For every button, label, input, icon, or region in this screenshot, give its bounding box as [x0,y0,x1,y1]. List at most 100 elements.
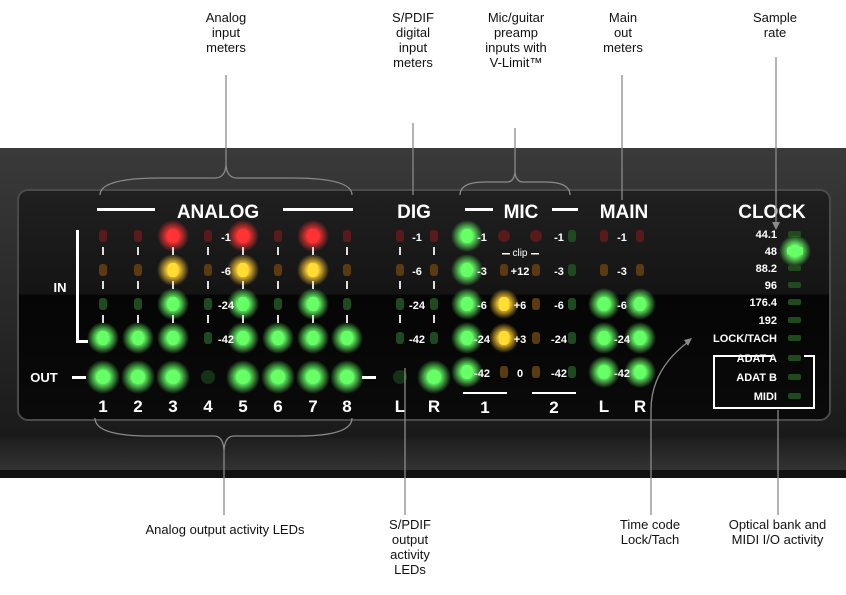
analog-led-ch1-row3 [99,298,107,310]
callout-optical: Optical bank and MIDI I/O activity [715,517,840,547]
analog-tick [346,247,348,255]
out-dash [72,376,86,379]
analog-scale-label: -6 [221,266,231,278]
dig-led-2-row3 [430,298,438,310]
analog-tick [102,315,104,323]
section-main: MAIN [600,202,649,223]
dig-scale-label: -6 [412,266,422,278]
analog-scale-label: -42 [218,334,234,346]
analog-tick [172,315,174,323]
main-led-2-row2 [636,264,644,276]
clock-rate-led [788,317,801,323]
clock-rate-led [788,265,801,271]
analog-led-ch3-row2 [168,263,178,277]
mic1-vlimit-led-4 [500,366,508,378]
main-led-1-row2 [600,264,608,276]
main-out-line: out [613,25,633,40]
mic1-meter-led-row3 [462,297,472,311]
analog-outputs-line: Analog output activity LEDs [145,522,305,537]
analog-led-ch5-row2 [238,263,248,277]
analog-tick [242,315,244,323]
dig-tick [399,281,401,289]
main-scale-label: -6 [617,300,627,312]
analog-tick [312,315,314,323]
mic2-meter-led-row2 [568,264,576,276]
dig-channel-label: L [395,397,405,416]
dig-scale-label: -24 [409,300,426,312]
dig-tick [433,315,435,323]
mic1-underline [463,392,507,394]
mic2-vlimit-led-1 [532,264,540,276]
clock-rate-led [788,282,801,288]
analog-tick [242,281,244,289]
main-led-2-row4 [635,331,645,345]
mic-channel-label-2: 2 [549,398,558,417]
in-bracket-vertical [76,230,79,342]
dig-led-2-row1 [430,230,438,242]
callout-mic-preamp: Mic/guitar preamp inputs with V-Limit™ [470,10,562,70]
analog-led-ch8-row3 [343,298,351,310]
analog-tick [277,247,279,255]
vlimit-scale-label: 0 [517,368,523,380]
analog-out-led-5 [236,370,250,384]
mic1-scale-label: -24 [474,334,491,346]
analog-led-ch8-row2 [343,264,351,276]
mic2-meter-led-row1 [568,230,576,242]
analog-out-led-1 [96,370,110,384]
dig-tick [399,315,401,323]
dig-tick [433,281,435,289]
analog-led-ch1-row4 [98,331,108,345]
dig-led-1-row1 [396,230,404,242]
optical-led [788,393,801,399]
analog-tick [137,315,139,323]
mic1-scale-label: -6 [477,300,487,312]
analog-out-led-8 [340,370,354,384]
analog-led-ch2-row1 [134,230,142,242]
mic1-vlimit-led-1 [500,264,508,276]
analog-tick [137,247,139,255]
mic2-meter-led-row5 [568,366,576,378]
main-led-bottom-2 [635,365,645,379]
mic1-meter-led-row2 [462,263,472,277]
analog-tick [346,315,348,323]
analog-scale-label: -24 [218,300,235,312]
analog-led-ch8-row4 [342,331,352,345]
mic-preamp-line: Mic/guitar [487,10,545,25]
analog-inputs-line: input [211,25,241,40]
mic1-vlimit-led-2 [499,297,509,311]
mic-header-bar-right [552,208,578,211]
vlimit-clip-label: clip [512,248,527,259]
dig-led-1-row2 [396,264,404,276]
mic-preamp-line: inputs with [485,40,547,55]
mic2-vlimit-led-4 [532,366,540,378]
optical-label: ADAT A [737,353,777,365]
dig-tick [399,247,401,255]
analog-tick [277,315,279,323]
analog-tick [172,247,174,255]
dig-scale-label: -1 [412,232,422,244]
clip-dash-r [531,253,539,255]
analog-header-bar-left [97,208,155,211]
vlimit-scale-label: +6 [514,300,527,312]
sample-rate-line: Sample [752,10,798,25]
analog-led-ch2-row2 [134,264,142,276]
callout-spdif-inputs: S/PDIF digital input meters [378,10,448,70]
dig-channel-label: R [428,397,440,416]
analog-tick [207,315,209,323]
clock-rate-label: 192 [759,315,777,327]
dig-tick [433,247,435,255]
analog-out-led-7 [306,370,320,384]
main-scale-label: -1 [617,232,627,244]
clip-dash-l [502,253,510,255]
analog-led-ch6-row2 [274,264,282,276]
analog-tick [207,281,209,289]
main-scale-label: -3 [617,266,627,278]
analog-led-ch3-row3 [168,297,178,311]
analog-tick [207,247,209,255]
mic2-vlimit-led-3 [532,332,540,344]
section-dig: DIG [397,202,431,223]
main-out-line: meters [603,40,643,55]
clock-rate-label: 44.1 [756,229,777,241]
analog-led-ch4-row3 [204,298,212,310]
spdif-outputs-line: output [391,532,429,547]
